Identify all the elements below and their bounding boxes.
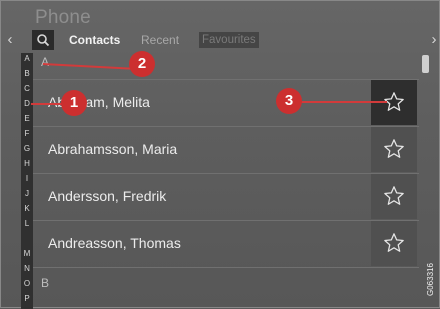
alphabet-letter[interactable]: N — [21, 264, 33, 274]
alphabet-letter[interactable]: E — [21, 114, 33, 124]
alphabet-letter[interactable]: I — [21, 174, 33, 184]
star-outline-icon — [384, 233, 404, 252]
tab-recent[interactable]: Recent — [139, 32, 181, 48]
app-title: Phone — [35, 7, 91, 28]
section-header-b: B — [41, 276, 50, 290]
search-icon — [37, 34, 50, 47]
alphabet-letter[interactable]: H — [21, 159, 33, 169]
callout-3: 3 — [276, 88, 302, 114]
section-divider: B — [33, 267, 419, 309]
alphabet-letter[interactable]: G — [21, 144, 33, 154]
figure-code: G063316 — [426, 263, 435, 297]
phone-screen: Phone ‹ › Contacts Recent Favourites A B… — [0, 0, 440, 309]
star-outline-icon — [384, 186, 404, 205]
callout-line-3 — [291, 101, 387, 103]
contact-row[interactable]: Andersson, Fredrik — [33, 173, 419, 219]
favourite-button[interactable] — [371, 127, 417, 172]
scroll-thumb[interactable] — [422, 55, 429, 73]
alphabet-letter[interactable]: O — [21, 279, 33, 289]
alphabet-letter[interactable]: F — [21, 129, 33, 139]
contact-name: Andersson, Fredrik — [48, 188, 167, 204]
tab-favourites[interactable]: Favourites — [199, 32, 259, 48]
search-button[interactable] — [32, 30, 54, 50]
contact-row[interactable]: Andreasson, Thomas — [33, 220, 419, 266]
alphabet-letter[interactable]: P — [21, 294, 33, 304]
alphabet-letter[interactable]: M — [21, 249, 33, 259]
callout-2: 2 — [129, 51, 155, 77]
contact-row[interactable]: Abrahamsson, Maria — [33, 126, 419, 172]
alphabet-letter[interactable]: J — [21, 189, 33, 199]
tab-contacts[interactable]: Contacts — [67, 32, 122, 48]
contact-name: Andreasson, Thomas — [48, 235, 181, 251]
callout-1: 1 — [61, 90, 87, 116]
contact-name: Abrahamsson, Maria — [48, 141, 178, 157]
nav-left-arrow-icon[interactable]: ‹ — [3, 29, 17, 51]
contact-list: A Abraham, Melita Abrahamsson, Maria And… — [33, 53, 419, 309]
alphabet-letter[interactable]: L — [21, 219, 33, 229]
alphabet-letter[interactable]: A — [21, 54, 33, 64]
alphabet-letter[interactable]: B — [21, 69, 33, 79]
favourite-button[interactable] — [371, 174, 417, 219]
alphabet-letter[interactable]: C — [21, 84, 33, 94]
favourite-button[interactable] — [371, 221, 417, 266]
section-header-a: A — [41, 55, 50, 69]
nav-right-arrow-icon[interactable]: › — [427, 29, 440, 51]
alphabet-index[interactable]: A B C D E F G H I J K L M N O P — [21, 53, 33, 309]
star-outline-icon — [384, 139, 404, 158]
tab-bar: Contacts Recent Favourites — [32, 30, 424, 50]
alphabet-letter[interactable]: K — [21, 204, 33, 214]
